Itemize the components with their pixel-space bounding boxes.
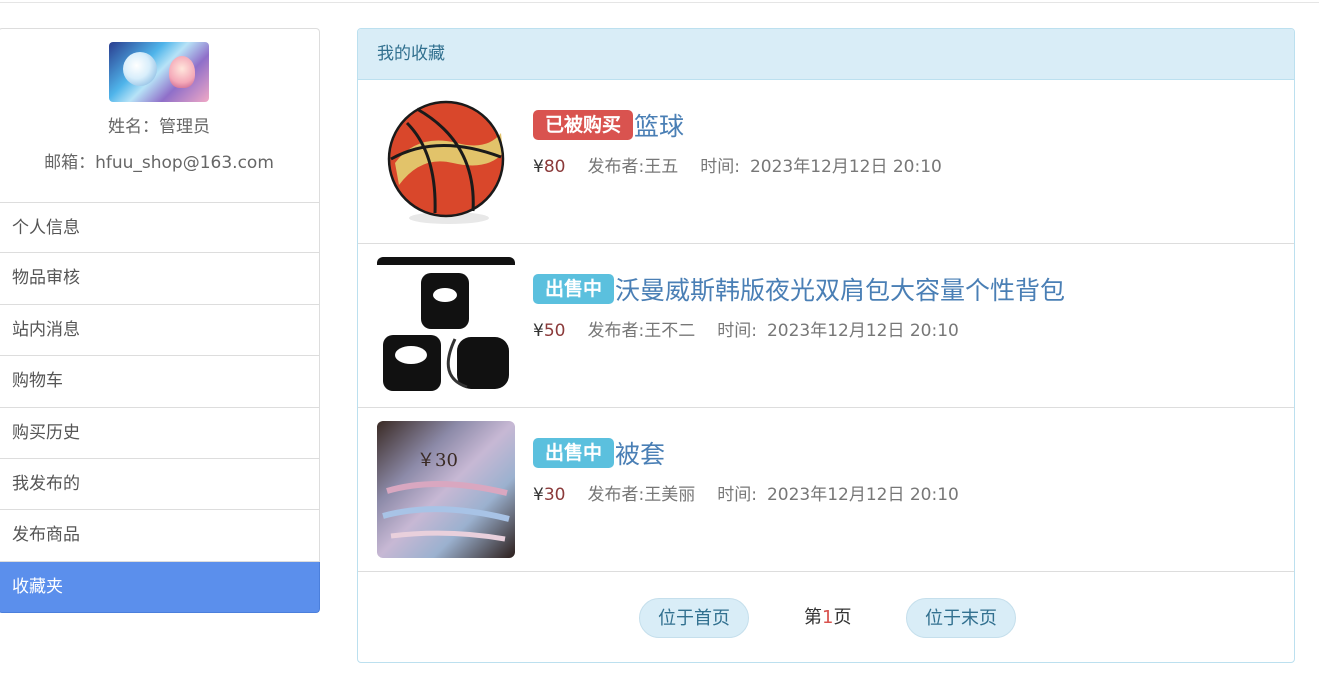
favorites-panel: 我的收藏 已被购买 篮球 ¥80 发布者:王五 时间: 2023年12月12日 20:…	[357, 28, 1295, 663]
item-meta: ¥50 发布者:王不二 时间: 2023年12月12日 20:10	[533, 316, 1065, 341]
sidebar-item-review[interactable]: 物品审核	[0, 253, 320, 305]
item-publisher: 发布者:王美丽	[587, 485, 696, 505]
item-body: 出售中 沃曼威斯韩版夜光双肩包大容量个性背包 ¥50 发布者:王不二 时间: 2023…	[533, 272, 1065, 341]
item-time: 2023年12月12日 20:10	[766, 321, 959, 341]
item-image-backpack[interactable]	[377, 257, 515, 394]
sidebar-item-profile[interactable]: 个人信息	[0, 202, 320, 254]
status-badge: 出售中	[533, 438, 615, 468]
last-page-button[interactable]: 位于末页	[906, 598, 1016, 638]
item-publisher: 发布者:王五	[587, 157, 679, 177]
sidebar-item-history[interactable]: 购买历史	[0, 407, 320, 459]
sidebar-item-messages[interactable]: 站内消息	[0, 304, 320, 357]
status-badge: 已被购买	[533, 110, 634, 140]
item-meta: ¥30 发布者:王美丽 时间: 2023年12月12日 20:10	[533, 480, 959, 505]
item-image-price-text: ￥30	[417, 450, 458, 471]
item-price: 50	[543, 321, 566, 341]
current-page-indicator: 第1页	[804, 598, 851, 638]
list-item: 出售中 沃曼威斯韩版夜光双肩包大容量个性背包 ¥50 发布者:王不二 时间: 2023…	[358, 244, 1294, 408]
sidebar-item-favorites[interactable]: 收藏夹	[0, 561, 320, 614]
item-body: 出售中 被套 ¥30 发布者:王美丽 时间: 2023年12月12日 20:10	[533, 436, 959, 505]
item-image-quilt[interactable]: ￥30	[377, 421, 515, 558]
item-time: 2023年12月12日 20:10	[766, 485, 959, 505]
list-item: 已被购买 篮球 ¥80 发布者:王五 时间: 2023年12月12日 20:10	[358, 80, 1294, 244]
top-border	[0, 0, 1319, 3]
list-item: ￥30 出售中 被套 ¥30 发布者:王美丽 时间: 2023年12月12日 20:1…	[358, 408, 1294, 572]
sidebar-menu: 个人信息 物品审核 站内消息 购物车 购买历史 我发布的 发布商品 收藏夹	[0, 202, 320, 614]
first-page-button[interactable]: 位于首页	[639, 598, 749, 638]
item-publisher: 发布者:王不二	[587, 321, 696, 341]
page-suffix: 页	[833, 607, 852, 628]
currency-symbol: ¥	[533, 321, 544, 341]
item-time-label: 时间:	[717, 485, 757, 505]
item-price: 80	[543, 157, 566, 177]
item-title-link[interactable]: 篮球	[634, 107, 684, 143]
profile-card: 姓名：管理员 邮箱：hfuu_shop@163.com	[0, 28, 320, 202]
page-prefix: 第	[804, 607, 822, 628]
profile-email: 邮箱：hfuu_shop@163.com	[44, 153, 274, 173]
panel-heading: 我的收藏	[358, 29, 1294, 80]
item-meta: ¥80 发布者:王五 时间: 2023年12月12日 20:10	[533, 152, 942, 177]
item-body: 已被购买 篮球 ¥80 发布者:王五 时间: 2023年12月12日 20:10	[533, 108, 942, 177]
currency-symbol: ¥	[533, 157, 544, 177]
item-time-label: 时间:	[717, 321, 757, 341]
sidebar: 姓名：管理员 邮箱：hfuu_shop@163.com 个人信息 物品审核 站内…	[0, 28, 320, 614]
profile-name: 姓名：管理员	[108, 117, 210, 137]
avatar[interactable]	[109, 42, 209, 102]
status-badge: 出售中	[533, 274, 615, 304]
sidebar-item-cart[interactable]: 购物车	[0, 356, 320, 408]
item-title-link[interactable]: 沃曼威斯韩版夜光双肩包大容量个性背包	[615, 271, 1065, 307]
item-title-link[interactable]: 被套	[615, 435, 665, 471]
item-image-basketball[interactable]	[377, 93, 515, 230]
currency-symbol: ¥	[533, 485, 544, 505]
pagination: 位于首页 第1页 位于末页	[358, 573, 1294, 662]
sidebar-item-my-posts[interactable]: 我发布的	[0, 458, 320, 511]
item-time: 2023年12月12日 20:10	[749, 157, 942, 177]
item-price: 30	[543, 485, 566, 505]
item-time-label: 时间:	[700, 157, 740, 177]
sidebar-item-publish[interactable]: 发布商品	[0, 510, 320, 562]
page-number: 1	[822, 607, 834, 628]
